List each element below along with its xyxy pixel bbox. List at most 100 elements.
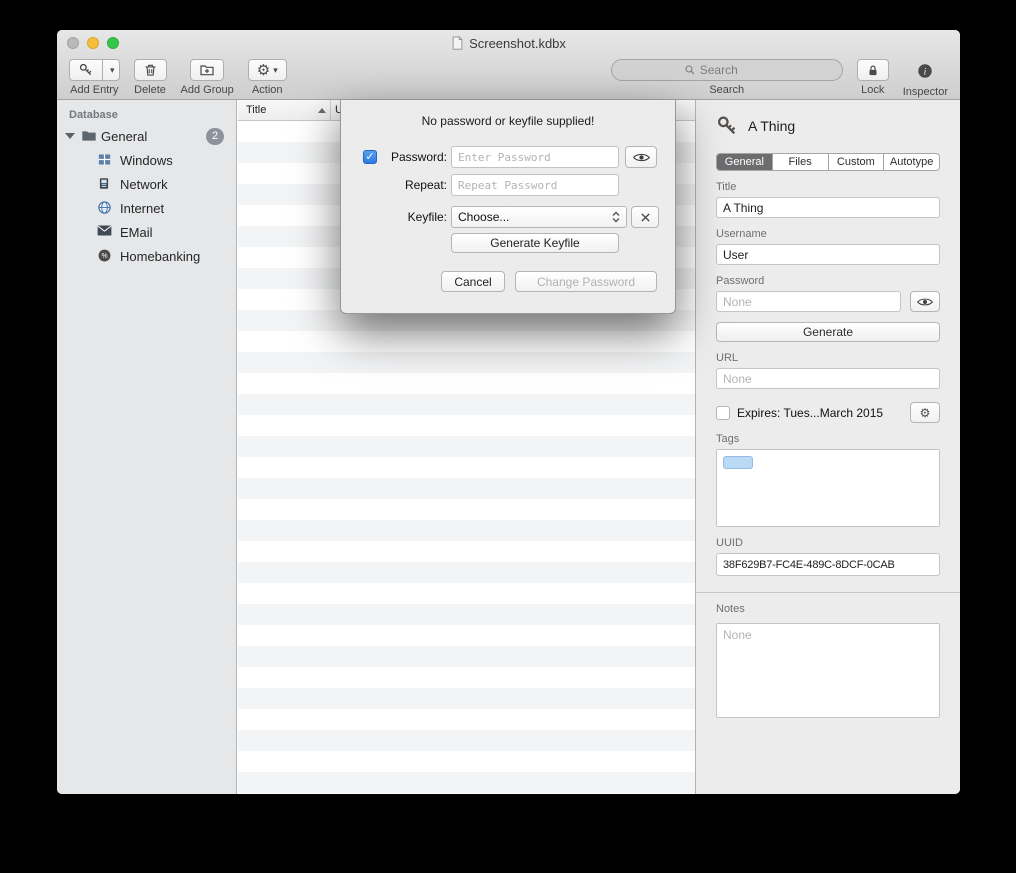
search-icon <box>684 64 696 76</box>
notes-textarea[interactable] <box>716 623 940 718</box>
search-label: Search <box>709 84 744 96</box>
tab-files[interactable]: Files <box>773 154 829 170</box>
sidebar-item-general[interactable]: General 2 <box>57 124 236 148</box>
username-field-label: Username <box>716 228 940 240</box>
app-window: Screenshot.kdbx ▾ Add Entry <box>57 30 960 794</box>
url-field-label: URL <box>716 352 940 364</box>
windows-icon <box>97 152 113 168</box>
add-group-button[interactable] <box>190 59 224 81</box>
window-title: Screenshot.kdbx <box>469 36 566 51</box>
toolbar-delete: Delete <box>134 59 167 96</box>
notes-field-label: Notes <box>716 603 940 615</box>
uuid-input[interactable] <box>716 553 940 576</box>
document-proxy-icon <box>451 36 464 50</box>
eye-icon <box>917 297 933 307</box>
close-x-icon <box>640 212 651 223</box>
eye-icon <box>633 152 650 163</box>
titlebar[interactable]: Screenshot.kdbx <box>57 30 960 56</box>
password-field[interactable] <box>716 291 901 312</box>
action-label: Action <box>252 84 283 96</box>
sidebar-item-network[interactable]: Network <box>57 172 236 196</box>
action-button[interactable]: ⚙ ▾ <box>248 59 287 81</box>
sort-ascending-icon <box>318 108 326 113</box>
tag-chip[interactable] <box>723 456 753 469</box>
clear-keyfile-button[interactable] <box>631 206 659 228</box>
lock-label: Lock <box>861 84 884 96</box>
minimize-button[interactable] <box>87 37 99 49</box>
add-entry-label: Add Entry <box>70 84 118 96</box>
password-field-label: Password <box>716 275 940 287</box>
chevron-down-icon: ▾ <box>110 65 115 76</box>
popup-stepper-icon <box>612 211 620 223</box>
tab-custom[interactable]: Custom <box>829 154 885 170</box>
globe-icon <box>97 200 113 216</box>
search-field[interactable] <box>611 59 843 81</box>
sidebar-item-internet[interactable]: Internet <box>57 196 236 220</box>
checkmark-icon: ✓ <box>365 151 374 163</box>
expires-settings-button[interactable]: ⚙ <box>910 402 940 423</box>
gear-icon: ⚙ <box>920 407 931 419</box>
add-group-label: Add Group <box>181 84 234 96</box>
tags-field-label: Tags <box>716 433 940 445</box>
reveal-password-button[interactable] <box>625 146 657 168</box>
generate-keyfile-button[interactable]: Generate Keyfile <box>451 233 619 253</box>
sidebar-item-label: Homebanking <box>120 249 200 264</box>
entry-count-badge: 2 <box>206 128 224 145</box>
password-label: Password: <box>379 150 447 164</box>
sidebar-section-header: Database <box>57 100 236 124</box>
title-field-label: Title <box>716 181 940 193</box>
sidebar-item-label: EMail <box>120 225 153 240</box>
inspector-button[interactable]: i <box>916 59 934 83</box>
sidebar-item-homebanking[interactable]: % Homebanking <box>57 244 236 268</box>
reveal-password-button[interactable] <box>910 291 940 312</box>
password-input[interactable] <box>451 146 619 168</box>
change-password-button[interactable]: Change Password <box>515 271 657 292</box>
cancel-button[interactable]: Cancel <box>441 271 505 292</box>
main-content: Database General 2 Windows Network <box>57 100 960 794</box>
tab-autotype[interactable]: Autotype <box>884 154 939 170</box>
repeat-password-input[interactable] <box>451 174 619 196</box>
folder-icon <box>81 128 97 144</box>
inspector-tabs: General Files Custom Autotype <box>716 153 940 171</box>
disclosure-triangle-icon[interactable] <box>65 133 75 139</box>
entry-title: A Thing <box>748 118 795 134</box>
search-input[interactable] <box>700 63 770 77</box>
password-checkbox[interactable]: ✓ <box>363 150 377 164</box>
repeat-label: Repeat: <box>379 178 447 192</box>
keyfile-popup[interactable]: Choose... <box>451 206 627 228</box>
svg-text:%: % <box>101 253 107 260</box>
divider <box>696 592 960 593</box>
info-icon: i <box>916 62 934 80</box>
key-icon <box>716 115 738 137</box>
zoom-button[interactable] <box>107 37 119 49</box>
delete-button[interactable] <box>134 59 167 81</box>
generate-password-button[interactable]: Generate <box>716 322 940 342</box>
expires-label: Expires: Tues...March 2015 <box>737 406 883 420</box>
add-entry-button[interactable] <box>69 59 103 81</box>
username-input[interactable] <box>716 244 940 265</box>
sidebar: Database General 2 Windows Network <box>57 100 237 794</box>
sidebar-item-label: Internet <box>120 201 164 216</box>
lock-icon <box>866 63 880 78</box>
toolbar-action: ⚙ ▾ Action <box>248 59 287 96</box>
sidebar-item-windows[interactable]: Windows <box>57 148 236 172</box>
tab-general[interactable]: General <box>717 154 773 170</box>
gear-icon: ⚙ <box>257 63 270 78</box>
close-button[interactable] <box>67 37 79 49</box>
toolbar-add-group: Add Group <box>181 59 234 96</box>
url-input[interactable] <box>716 368 940 389</box>
delete-label: Delete <box>134 84 166 96</box>
folder-plus-icon <box>199 62 215 78</box>
tags-field[interactable] <box>716 449 940 527</box>
expires-checkbox[interactable] <box>716 406 730 420</box>
envelope-icon <box>97 224 113 240</box>
column-header-title[interactable]: Title <box>238 100 331 120</box>
sidebar-item-label: General <box>101 129 147 144</box>
toolbar-inspector: i Inspector <box>903 59 948 98</box>
network-icon <box>97 176 113 192</box>
add-entry-dropdown-button[interactable]: ▾ <box>103 59 120 81</box>
title-input[interactable] <box>716 197 940 218</box>
keyfile-popup-value: Choose... <box>458 210 509 224</box>
sidebar-item-email[interactable]: EMail <box>57 220 236 244</box>
lock-button[interactable] <box>857 59 889 81</box>
